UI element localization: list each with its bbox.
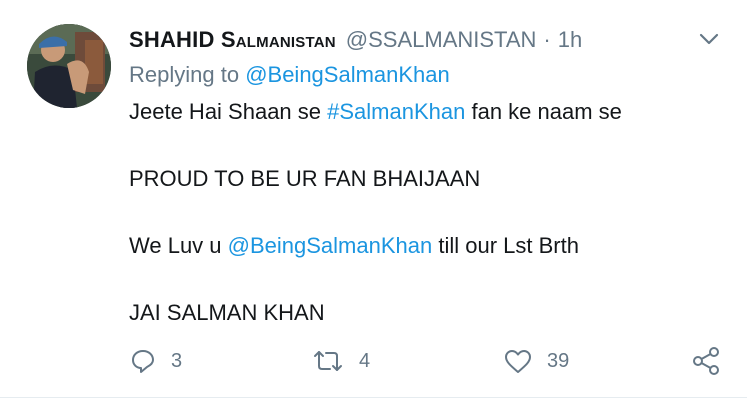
- reply-icon: [132, 350, 154, 373]
- replying-label: Replying to: [129, 62, 246, 87]
- display-name-first: SHAHID: [129, 27, 221, 52]
- tweet-text-line: We Luv u @BeingSalmanKhan till our Lst B…: [129, 233, 579, 259]
- user-handle[interactable]: @SSALMANISTAN: [346, 27, 537, 53]
- tweet-text-line: JAI SALMAN KHAN: [129, 300, 325, 325]
- share-icon: [693, 347, 719, 375]
- text-segment: We Luv u: [129, 233, 228, 258]
- tweet-header: SHAHID Salmanistan @SSALMANISTAN · 1h: [129, 24, 727, 56]
- text-segment: Jeete Hai Shaan se: [129, 99, 328, 124]
- like-button[interactable]: 39: [503, 344, 569, 378]
- separator-dot: ·: [543, 27, 551, 52]
- reply-button[interactable]: 3: [129, 344, 182, 378]
- avatar[interactable]: [27, 24, 111, 108]
- replying-handle-link[interactable]: @BeingSalmanKhan: [245, 62, 450, 87]
- tweet-text-line: PROUD TO BE UR FAN BHAIJAAN: [129, 166, 481, 191]
- tweet-text-line: Jeete Hai Shaan se #SalmanKhan fan ke na…: [129, 99, 622, 125]
- tweet-actions: 3 4 39: [129, 344, 729, 378]
- avatar-image: [27, 24, 111, 108]
- like-count: 39: [547, 349, 570, 372]
- display-name[interactable]: SHAHID Salmanistan: [129, 27, 336, 53]
- text-segment: fan ke naam se: [465, 99, 622, 124]
- display-name-second: Salmanistan: [220, 27, 336, 52]
- like-icon: [505, 350, 531, 373]
- reply-count: 3: [171, 349, 183, 372]
- share-button[interactable]: [691, 344, 721, 378]
- retweet-button[interactable]: 4: [311, 344, 370, 378]
- timestamp[interactable]: 1h: [558, 27, 582, 53]
- mention-link[interactable]: @BeingSalmanKhan: [228, 233, 433, 258]
- retweet-icon: [314, 351, 342, 371]
- replying-to: Replying to @BeingSalmanKhan: [129, 62, 450, 88]
- retweet-count: 4: [359, 349, 371, 372]
- chevron-down-icon[interactable]: [697, 27, 721, 51]
- text-segment: till our Lst Brth: [432, 233, 579, 258]
- tweet: SHAHID Salmanistan @SSALMANISTAN · 1h Re…: [0, 0, 747, 398]
- hashtag-link[interactable]: #SalmanKhan: [327, 99, 465, 124]
